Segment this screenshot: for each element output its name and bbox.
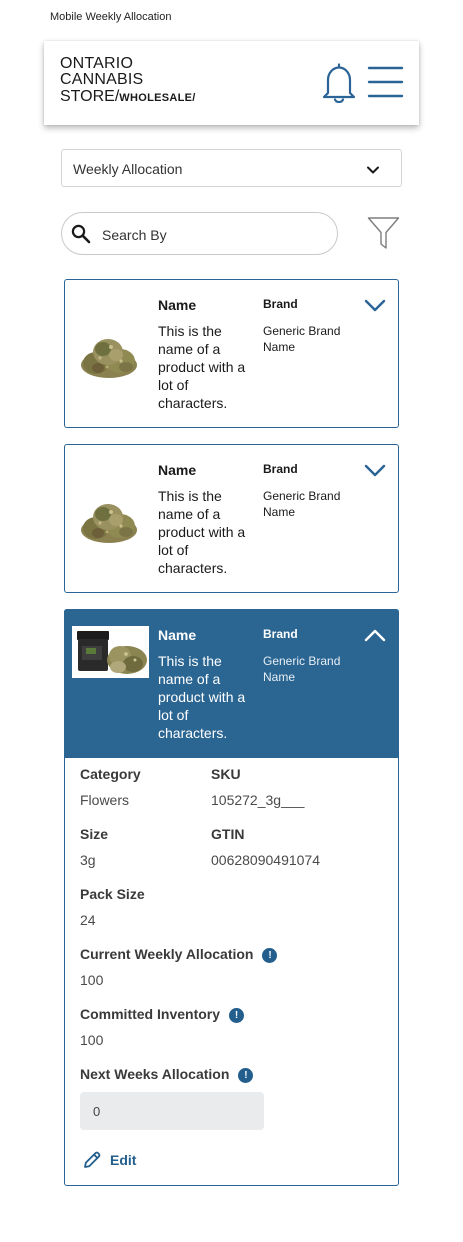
product-brand-label: Brand <box>263 627 298 641</box>
chevron-down-icon[interactable] <box>364 299 386 312</box>
info-icon[interactable]: ! <box>262 948 278 963</box>
product-brand-label: Brand <box>263 462 298 476</box>
product-name-label: Name <box>158 627 197 643</box>
product-card-header[interactable]: Name This is the name of a product with … <box>65 445 398 592</box>
search-input[interactable]: Search By <box>102 227 167 243</box>
product-name-label: Name <box>158 462 197 478</box>
product-brand: Generic Brand Name <box>263 654 341 684</box>
ontario-cannabis-store-logo[interactable]: ONTARIO CANNABIS STORE/WHOLESALE/ <box>60 56 196 107</box>
product-card-header[interactable]: Name This is the name of a product with … <box>65 280 398 427</box>
current-weekly-allocation-value: 100 <box>80 972 104 988</box>
size-label: Size <box>80 826 109 842</box>
chevron-up-icon[interactable] <box>364 629 386 642</box>
product-jar-image <box>72 626 149 678</box>
sku-label: SKU <box>211 766 241 782</box>
chevron-down-icon[interactable] <box>364 464 386 477</box>
gtin-label: GTIN <box>211 826 245 842</box>
product-name-label: Name <box>158 297 197 313</box>
committed-inventory-value: 100 <box>80 1032 104 1048</box>
gtin-value: 00628090491074 <box>211 852 321 868</box>
next-weeks-allocation-label: Next Weeks Allocation! <box>80 1066 254 1083</box>
next-weeks-allocation-input[interactable] <box>80 1092 264 1130</box>
logo-line-2: CANNABIS <box>60 71 144 88</box>
app-header: ONTARIO CANNABIS STORE/WHOLESALE/ <box>44 41 419 125</box>
logo-wholesale-text: WHOLESALE/ <box>119 92 196 104</box>
dropdown-selected-value: Weekly Allocation <box>73 161 183 177</box>
allocation-view-dropdown[interactable]: Weekly Allocation <box>61 149 402 187</box>
product-brand-label: Brand <box>263 297 298 311</box>
size-value: 3g <box>80 852 96 868</box>
sku-value: 105272_3g___ <box>211 792 305 808</box>
product-brand: Generic Brand Name <box>263 489 341 519</box>
product-card-expanded[interactable]: Name This is the name of a product with … <box>64 609 399 1186</box>
edit-label: Edit <box>110 1152 137 1168</box>
category-value: Flowers <box>80 792 130 808</box>
logo-line-3: STORE/WHOLESALE/ <box>60 88 196 107</box>
current-weekly-allocation-text: Current Weekly Allocation <box>80 946 254 962</box>
bell-icon[interactable] <box>322 63 356 104</box>
pencil-icon <box>84 1151 101 1168</box>
info-icon[interactable]: ! <box>229 1008 245 1023</box>
category-label: Category <box>80 766 141 782</box>
cannabis-flower-image <box>81 339 137 378</box>
committed-inventory-text: Committed Inventory <box>80 1006 221 1022</box>
product-name: This is the name of a product with a lot… <box>158 488 246 576</box>
committed-inventory-label: Committed Inventory! <box>80 1006 245 1023</box>
product-card[interactable]: Name This is the name of a product with … <box>64 279 399 428</box>
search-icon <box>71 224 91 244</box>
info-icon[interactable]: ! <box>238 1068 254 1083</box>
filter-icon[interactable] <box>367 216 400 250</box>
frame-label: Mobile Weekly Allocation <box>50 11 172 23</box>
search-field[interactable]: Search By <box>61 212 338 255</box>
edit-button[interactable]: Edit <box>82 1149 136 1171</box>
next-weeks-allocation-text: Next Weeks Allocation <box>80 1066 230 1082</box>
logo-line-1: ONTARIO <box>60 55 134 72</box>
product-card[interactable]: Name This is the name of a product with … <box>64 444 399 593</box>
logo-store-text: STORE <box>60 88 115 105</box>
product-name: This is the name of a product with a lot… <box>158 323 246 411</box>
pack-size-value: 24 <box>80 912 96 928</box>
product-card-header[interactable]: Name This is the name of a product with … <box>64 609 399 758</box>
hamburger-menu-icon[interactable] <box>367 65 404 99</box>
product-name: This is the name of a product with a lot… <box>158 653 246 741</box>
product-brand: Generic Brand Name <box>263 324 341 354</box>
chevron-down-icon <box>367 166 379 174</box>
current-weekly-allocation-label: Current Weekly Allocation! <box>80 946 278 963</box>
pack-size-label: Pack Size <box>80 886 145 902</box>
cannabis-flower-image <box>81 504 137 543</box>
